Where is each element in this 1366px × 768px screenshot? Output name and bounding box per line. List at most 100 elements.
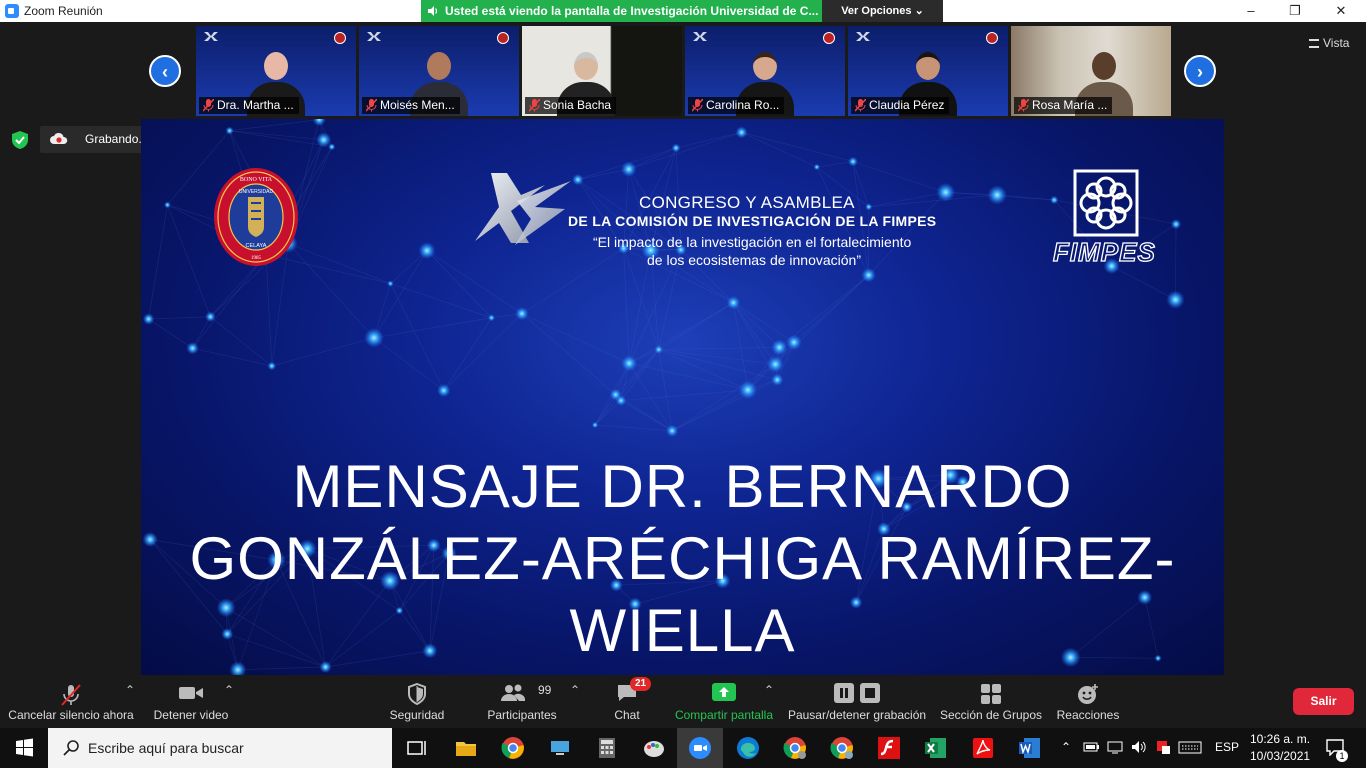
network-node bbox=[671, 143, 681, 153]
chevron-up-icon[interactable]: ⌃ bbox=[125, 683, 135, 697]
network-link bbox=[390, 283, 445, 391]
next-page-button[interactable]: › bbox=[1184, 55, 1216, 87]
network-link bbox=[658, 349, 749, 391]
pause-stop-icon bbox=[834, 683, 880, 703]
security-button[interactable]: Seguridad bbox=[386, 675, 448, 728]
breakout-rooms-button[interactable]: Sección de Grupos bbox=[938, 675, 1044, 728]
language-indicator[interactable]: ESP bbox=[1215, 740, 1239, 754]
share-screen-button[interactable]: Compartir pantalla bbox=[672, 675, 776, 728]
share-banner-text: Usted está viendo la pantalla de Investi… bbox=[445, 4, 819, 18]
network-link bbox=[733, 302, 780, 348]
clock-time[interactable]: 10:26 a. m. bbox=[1250, 732, 1310, 746]
reactions-button[interactable]: Reacciones bbox=[1054, 675, 1122, 728]
network-link bbox=[192, 347, 272, 367]
leave-meeting-button[interactable]: Salir bbox=[1293, 688, 1354, 715]
paint-icon[interactable] bbox=[642, 736, 666, 760]
network-node bbox=[621, 161, 637, 177]
maximize-button[interactable]: ❐ bbox=[1272, 0, 1318, 22]
task-view-icon[interactable] bbox=[405, 736, 429, 760]
zoom-icon[interactable] bbox=[688, 736, 712, 760]
participant-video-tile[interactable]: Rosa María ... bbox=[1011, 26, 1171, 116]
svg-text:BONO VITA: BONO VITA bbox=[240, 177, 273, 183]
network-link bbox=[658, 349, 776, 365]
congreso-quote-line2: de los ecosistemas de innovación” bbox=[647, 252, 862, 268]
network-link bbox=[237, 666, 326, 671]
edge-icon[interactable] bbox=[736, 736, 760, 760]
network-link bbox=[793, 274, 869, 343]
network-link bbox=[658, 347, 780, 350]
prev-page-button[interactable]: ‹ bbox=[149, 55, 181, 87]
network-node bbox=[487, 314, 496, 322]
chrome-icon[interactable] bbox=[501, 736, 525, 760]
computer-icon[interactable] bbox=[548, 736, 572, 760]
chevron-up-icon[interactable]: ⌃ bbox=[224, 683, 234, 697]
network-node bbox=[771, 373, 784, 386]
view-options-button[interactable]: Ver Opciones ⌄ bbox=[822, 0, 943, 22]
participant-video-tile[interactable]: Claudia Pérez bbox=[848, 26, 1008, 116]
unmute-button[interactable]: Cancelar silencio ahora bbox=[5, 675, 137, 728]
shared-screen: BONO VITA 1985 CELAYA UNIVERSIDAD CONGRE… bbox=[141, 119, 1224, 675]
participant-video-tile[interactable]: Carolina Ro... bbox=[685, 26, 845, 116]
excel-icon[interactable] bbox=[924, 736, 948, 760]
network-link bbox=[775, 274, 869, 365]
chevron-up-icon[interactable]: ⌃ bbox=[764, 683, 774, 697]
participant-name: Carolina Ro... bbox=[688, 97, 785, 114]
network-link bbox=[577, 168, 629, 180]
participants-count: 99 bbox=[538, 683, 552, 697]
participant-name-text: Carolina Ro... bbox=[706, 98, 780, 112]
word-icon[interactable] bbox=[1018, 736, 1042, 760]
search-placeholder: Escribe aquí para buscar bbox=[88, 740, 244, 756]
video-camera-icon bbox=[179, 687, 203, 699]
notification-count-badge: 1 bbox=[1336, 750, 1348, 762]
chrome-profile-b-icon[interactable] bbox=[830, 736, 854, 760]
chrome-profile-icon[interactable] bbox=[783, 736, 807, 760]
file-explorer-icon[interactable] bbox=[454, 736, 478, 760]
zoom-meeting-window: Zoom Reunión Usted está viendo la pantal… bbox=[0, 0, 1366, 768]
network-link bbox=[373, 337, 444, 391]
view-button[interactable]: Vista bbox=[1309, 36, 1349, 50]
university-seal-logo: BONO VITA 1985 CELAYA UNIVERSIDAD bbox=[214, 168, 298, 266]
taskbar-search-box[interactable]: Escribe aquí para buscar bbox=[48, 728, 392, 768]
security-alert-icon[interactable] bbox=[1154, 738, 1172, 756]
acrobat-icon[interactable] bbox=[971, 736, 995, 760]
network-node bbox=[225, 126, 234, 135]
network-node bbox=[936, 182, 956, 202]
encryption-shield-icon[interactable] bbox=[10, 130, 30, 150]
volume-icon[interactable] bbox=[1130, 738, 1148, 756]
network-node bbox=[987, 185, 1007, 205]
network-link bbox=[148, 204, 168, 320]
network-link bbox=[229, 119, 320, 132]
minimize-button[interactable]: – bbox=[1228, 0, 1274, 22]
network-link bbox=[675, 132, 742, 149]
participant-video-tile[interactable]: Dra. Martha ... bbox=[196, 26, 356, 116]
windows-start-icon[interactable] bbox=[0, 728, 48, 768]
windows-taskbar: Escribe aquí para buscar ⌃ ESP 10:26 a. … bbox=[0, 728, 1366, 768]
congreso-logo-icon bbox=[856, 32, 870, 41]
network-icon[interactable] bbox=[1106, 738, 1124, 756]
battery-icon[interactable] bbox=[1082, 738, 1100, 756]
view-label: Vista bbox=[1323, 36, 1350, 50]
network-node bbox=[609, 388, 622, 401]
slide-message-line: GONZÁLEZ-ARÉCHIGA RAMÍREZ- bbox=[189, 525, 1176, 592]
stop-video-button[interactable]: Detener video bbox=[150, 675, 232, 728]
participant-video-tile[interactable]: Moisés Men... bbox=[359, 26, 519, 116]
flash-icon[interactable] bbox=[877, 736, 901, 760]
university-seal-icon bbox=[823, 32, 835, 44]
network-link bbox=[265, 254, 273, 367]
network-node bbox=[726, 295, 741, 310]
chevron-up-icon[interactable]: ⌃ bbox=[570, 683, 580, 697]
mic-muted-icon bbox=[855, 99, 866, 112]
participant-video-tile[interactable]: Sonia Bacha bbox=[522, 26, 682, 116]
network-node bbox=[1050, 195, 1059, 205]
clock-date[interactable]: 10/03/2021 bbox=[1250, 749, 1310, 763]
participants-icon bbox=[500, 684, 526, 701]
keyboard-icon[interactable] bbox=[1178, 738, 1202, 756]
chevron-up-icon[interactable]: ⌃ bbox=[1061, 740, 1071, 754]
share-banner: Usted está viendo la pantalla de Investi… bbox=[421, 0, 822, 22]
chevron-left-icon: ‹ bbox=[162, 62, 168, 82]
close-button[interactable]: ✕ bbox=[1318, 0, 1364, 22]
calculator-icon[interactable] bbox=[595, 736, 619, 760]
participant-name-text: Rosa María ... bbox=[1032, 98, 1108, 112]
network-node bbox=[848, 156, 858, 167]
pause-stop-recording-button[interactable]: Pausar/detener grabación bbox=[786, 675, 928, 728]
